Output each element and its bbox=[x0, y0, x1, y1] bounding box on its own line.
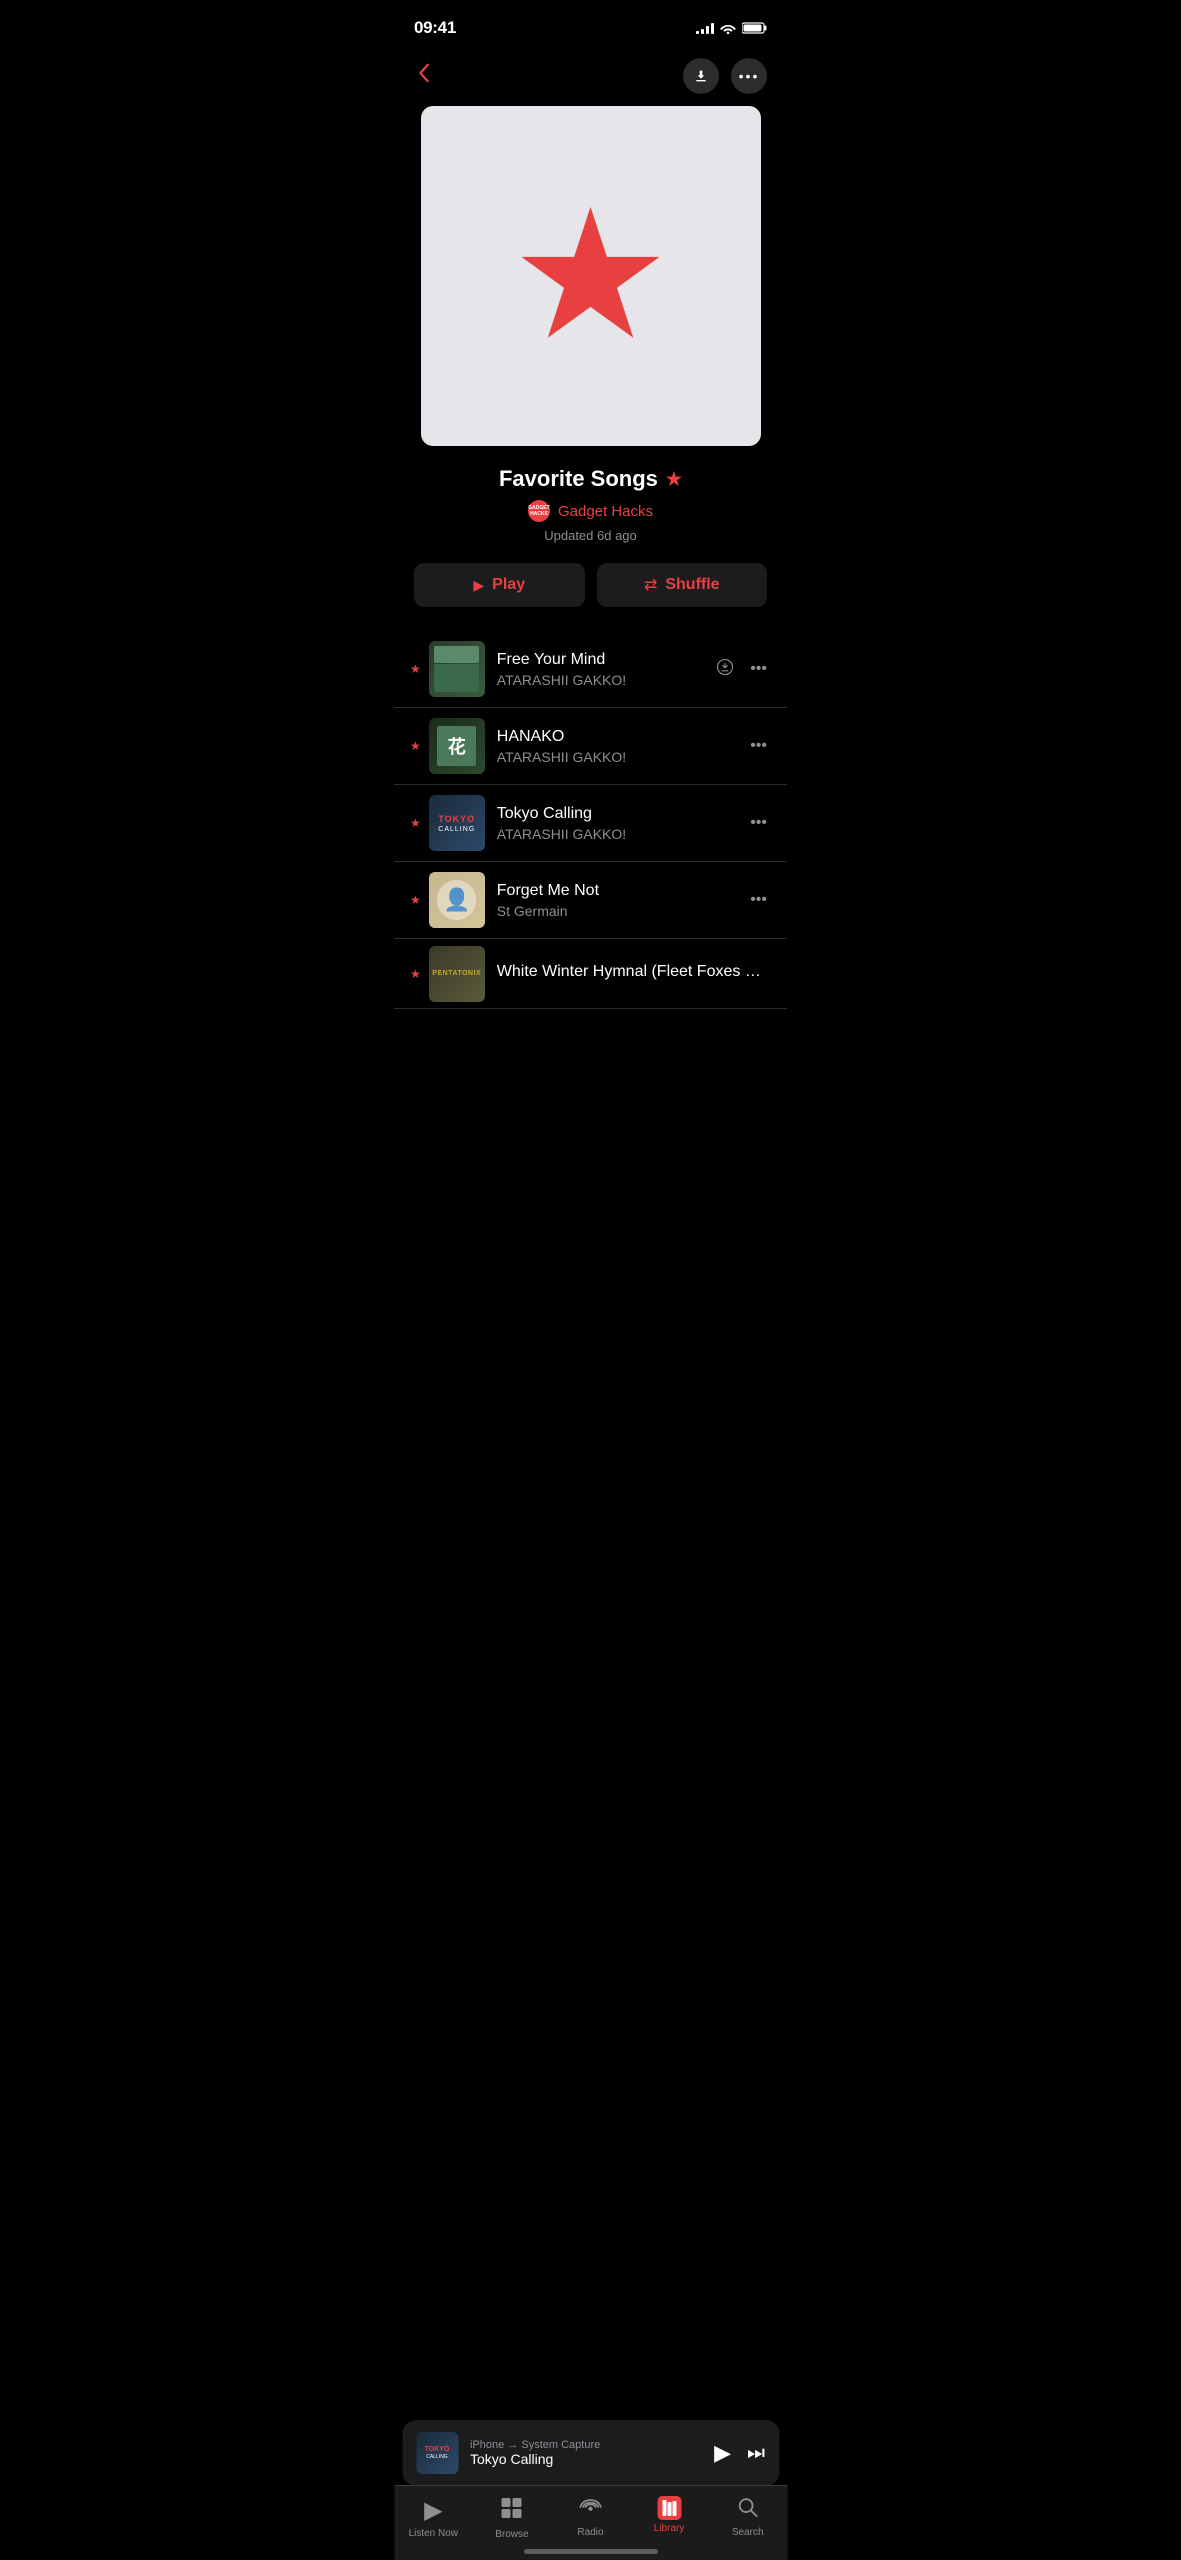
updated-text: Updated 6d ago bbox=[414, 528, 767, 543]
track-actions: ••• bbox=[746, 733, 771, 759]
nav-bar: ••• bbox=[394, 50, 787, 106]
shuffle-button[interactable]: ⇄ Shuffle bbox=[597, 563, 768, 607]
track-actions: ••• bbox=[716, 656, 771, 682]
track-item[interactable]: ★ TOKYO CALLING Tokyo Calling ATARASHII … bbox=[394, 785, 787, 862]
search-label: Search bbox=[732, 2527, 764, 2538]
track-star-icon: ★ bbox=[410, 967, 421, 981]
library-label: Library bbox=[654, 2523, 685, 2534]
track-actions: ••• bbox=[746, 810, 771, 836]
track-artist: ATARASHII GAKKO! bbox=[497, 672, 708, 688]
track-title: Free Your Mind bbox=[497, 651, 708, 669]
library-icon bbox=[657, 2496, 681, 2520]
track-details: Tokyo Calling ATARASHII GAKKO! bbox=[497, 805, 738, 842]
tab-search[interactable]: Search bbox=[718, 2496, 778, 2538]
back-button[interactable] bbox=[414, 59, 434, 93]
playlist-info: Favorite Songs ★ GADGETHACKS Gadget Hack… bbox=[394, 466, 787, 563]
track-item[interactable]: ★ PENTATONIX White Winter Hymnal (Fleet … bbox=[394, 939, 787, 1009]
listen-now-icon: ▶ bbox=[424, 2496, 442, 2525]
favorite-star-icon: ★ bbox=[510, 186, 671, 366]
track-thumbnail: TOKYO CALLING bbox=[429, 795, 485, 851]
track-title: Tokyo Calling bbox=[497, 805, 738, 823]
mini-player[interactable]: TOKYO CALLING iPhone → System Capture To… bbox=[402, 2420, 779, 2486]
tab-browse[interactable]: Browse bbox=[482, 2496, 542, 2540]
author-name: Gadget Hacks bbox=[558, 503, 653, 520]
track-list: ★ Free Your Mind ATARASHII GAKKO! ••• ★ bbox=[394, 631, 787, 1009]
mini-player-source: iPhone → System Capture bbox=[470, 2439, 702, 2451]
track-details: White Winter Hymnal (Fleet Foxes Cover) bbox=[497, 963, 771, 984]
album-art-container: ★ bbox=[394, 106, 787, 466]
mini-player-thumbnail: TOKYO CALLING bbox=[416, 2432, 458, 2474]
track-more-button[interactable]: ••• bbox=[746, 656, 771, 682]
download-button[interactable] bbox=[683, 58, 719, 94]
shuffle-icon: ⇄ bbox=[644, 575, 657, 595]
more-options-button[interactable]: ••• bbox=[731, 58, 767, 94]
track-more-button[interactable]: ••• bbox=[746, 810, 771, 836]
tab-listen-now[interactable]: ▶ Listen Now bbox=[403, 2496, 463, 2539]
track-item[interactable]: ★ 花 HANAKO ATARASHII GAKKO! ••• bbox=[394, 708, 787, 785]
track-actions: ••• bbox=[746, 887, 771, 913]
track-star-icon: ★ bbox=[410, 662, 421, 676]
track-title: Forget Me Not bbox=[497, 882, 738, 900]
track-thumbnail: 👤 bbox=[429, 872, 485, 928]
author-avatar: GADGETHACKS bbox=[528, 500, 550, 522]
signal-icon bbox=[696, 22, 714, 34]
home-indicator bbox=[524, 2549, 658, 2554]
track-item[interactable]: ★ Free Your Mind ATARASHII GAKKO! ••• bbox=[394, 631, 787, 708]
download-status-icon bbox=[716, 658, 734, 681]
track-star-icon: ★ bbox=[410, 739, 421, 753]
listen-now-label: Listen Now bbox=[409, 2528, 458, 2539]
track-more-button[interactable]: ••• bbox=[746, 887, 771, 913]
radio-label: Radio bbox=[577, 2527, 603, 2538]
track-title: White Winter Hymnal (Fleet Foxes Cover) bbox=[497, 963, 771, 981]
track-star-icon: ★ bbox=[410, 816, 421, 830]
track-item[interactable]: ★ 👤 Forget Me Not St Germain ••• bbox=[394, 862, 787, 939]
browse-label: Browse bbox=[495, 2529, 528, 2540]
mini-fast-forward-button[interactable]: ⏭ bbox=[747, 2442, 765, 2465]
play-icon: ▶ bbox=[473, 577, 484, 594]
play-label: Play bbox=[492, 576, 525, 594]
nav-actions: ••• bbox=[683, 58, 767, 94]
track-artist: ATARASHII GAKKO! bbox=[497, 749, 738, 765]
wifi-icon bbox=[720, 22, 736, 34]
action-buttons: ▶ Play ⇄ Shuffle bbox=[394, 563, 787, 631]
shuffle-label: Shuffle bbox=[665, 576, 719, 594]
playlist-author[interactable]: GADGETHACKS Gadget Hacks bbox=[414, 500, 767, 522]
track-star-icon: ★ bbox=[410, 893, 421, 907]
track-details: HANAKO ATARASHII GAKKO! bbox=[497, 728, 738, 765]
mini-play-button[interactable]: ▶ bbox=[714, 2440, 731, 2466]
track-thumbnail bbox=[429, 641, 485, 697]
track-details: Free Your Mind ATARASHII GAKKO! bbox=[497, 651, 708, 688]
tab-library[interactable]: Library bbox=[639, 2496, 699, 2534]
mini-player-title: Tokyo Calling bbox=[470, 2451, 702, 2467]
mini-player-controls: ▶ ⏭ bbox=[714, 2440, 765, 2466]
tab-radio[interactable]: Radio bbox=[560, 2496, 620, 2538]
status-bar: 09:41 bbox=[394, 0, 787, 50]
playlist-title: Favorite Songs ★ bbox=[414, 466, 767, 492]
battery-icon bbox=[742, 22, 767, 34]
status-time: 09:41 bbox=[414, 18, 456, 38]
status-icons bbox=[696, 22, 767, 34]
track-more-button[interactable]: ••• bbox=[746, 733, 771, 759]
album-art: ★ bbox=[421, 106, 761, 446]
track-artist: St Germain bbox=[497, 903, 738, 919]
search-icon bbox=[737, 2496, 759, 2524]
radio-icon bbox=[578, 2496, 602, 2524]
mini-player-info: iPhone → System Capture Tokyo Calling bbox=[470, 2439, 702, 2467]
playlist-star-icon: ★ bbox=[666, 469, 682, 490]
track-details: Forget Me Not St Germain bbox=[497, 882, 738, 919]
track-title: HANAKO bbox=[497, 728, 738, 746]
browse-icon bbox=[500, 2496, 524, 2526]
track-thumbnail: 花 bbox=[429, 718, 485, 774]
track-thumbnail: PENTATONIX bbox=[429, 946, 485, 1002]
play-button[interactable]: ▶ Play bbox=[414, 563, 585, 607]
track-artist: ATARASHII GAKKO! bbox=[497, 826, 738, 842]
